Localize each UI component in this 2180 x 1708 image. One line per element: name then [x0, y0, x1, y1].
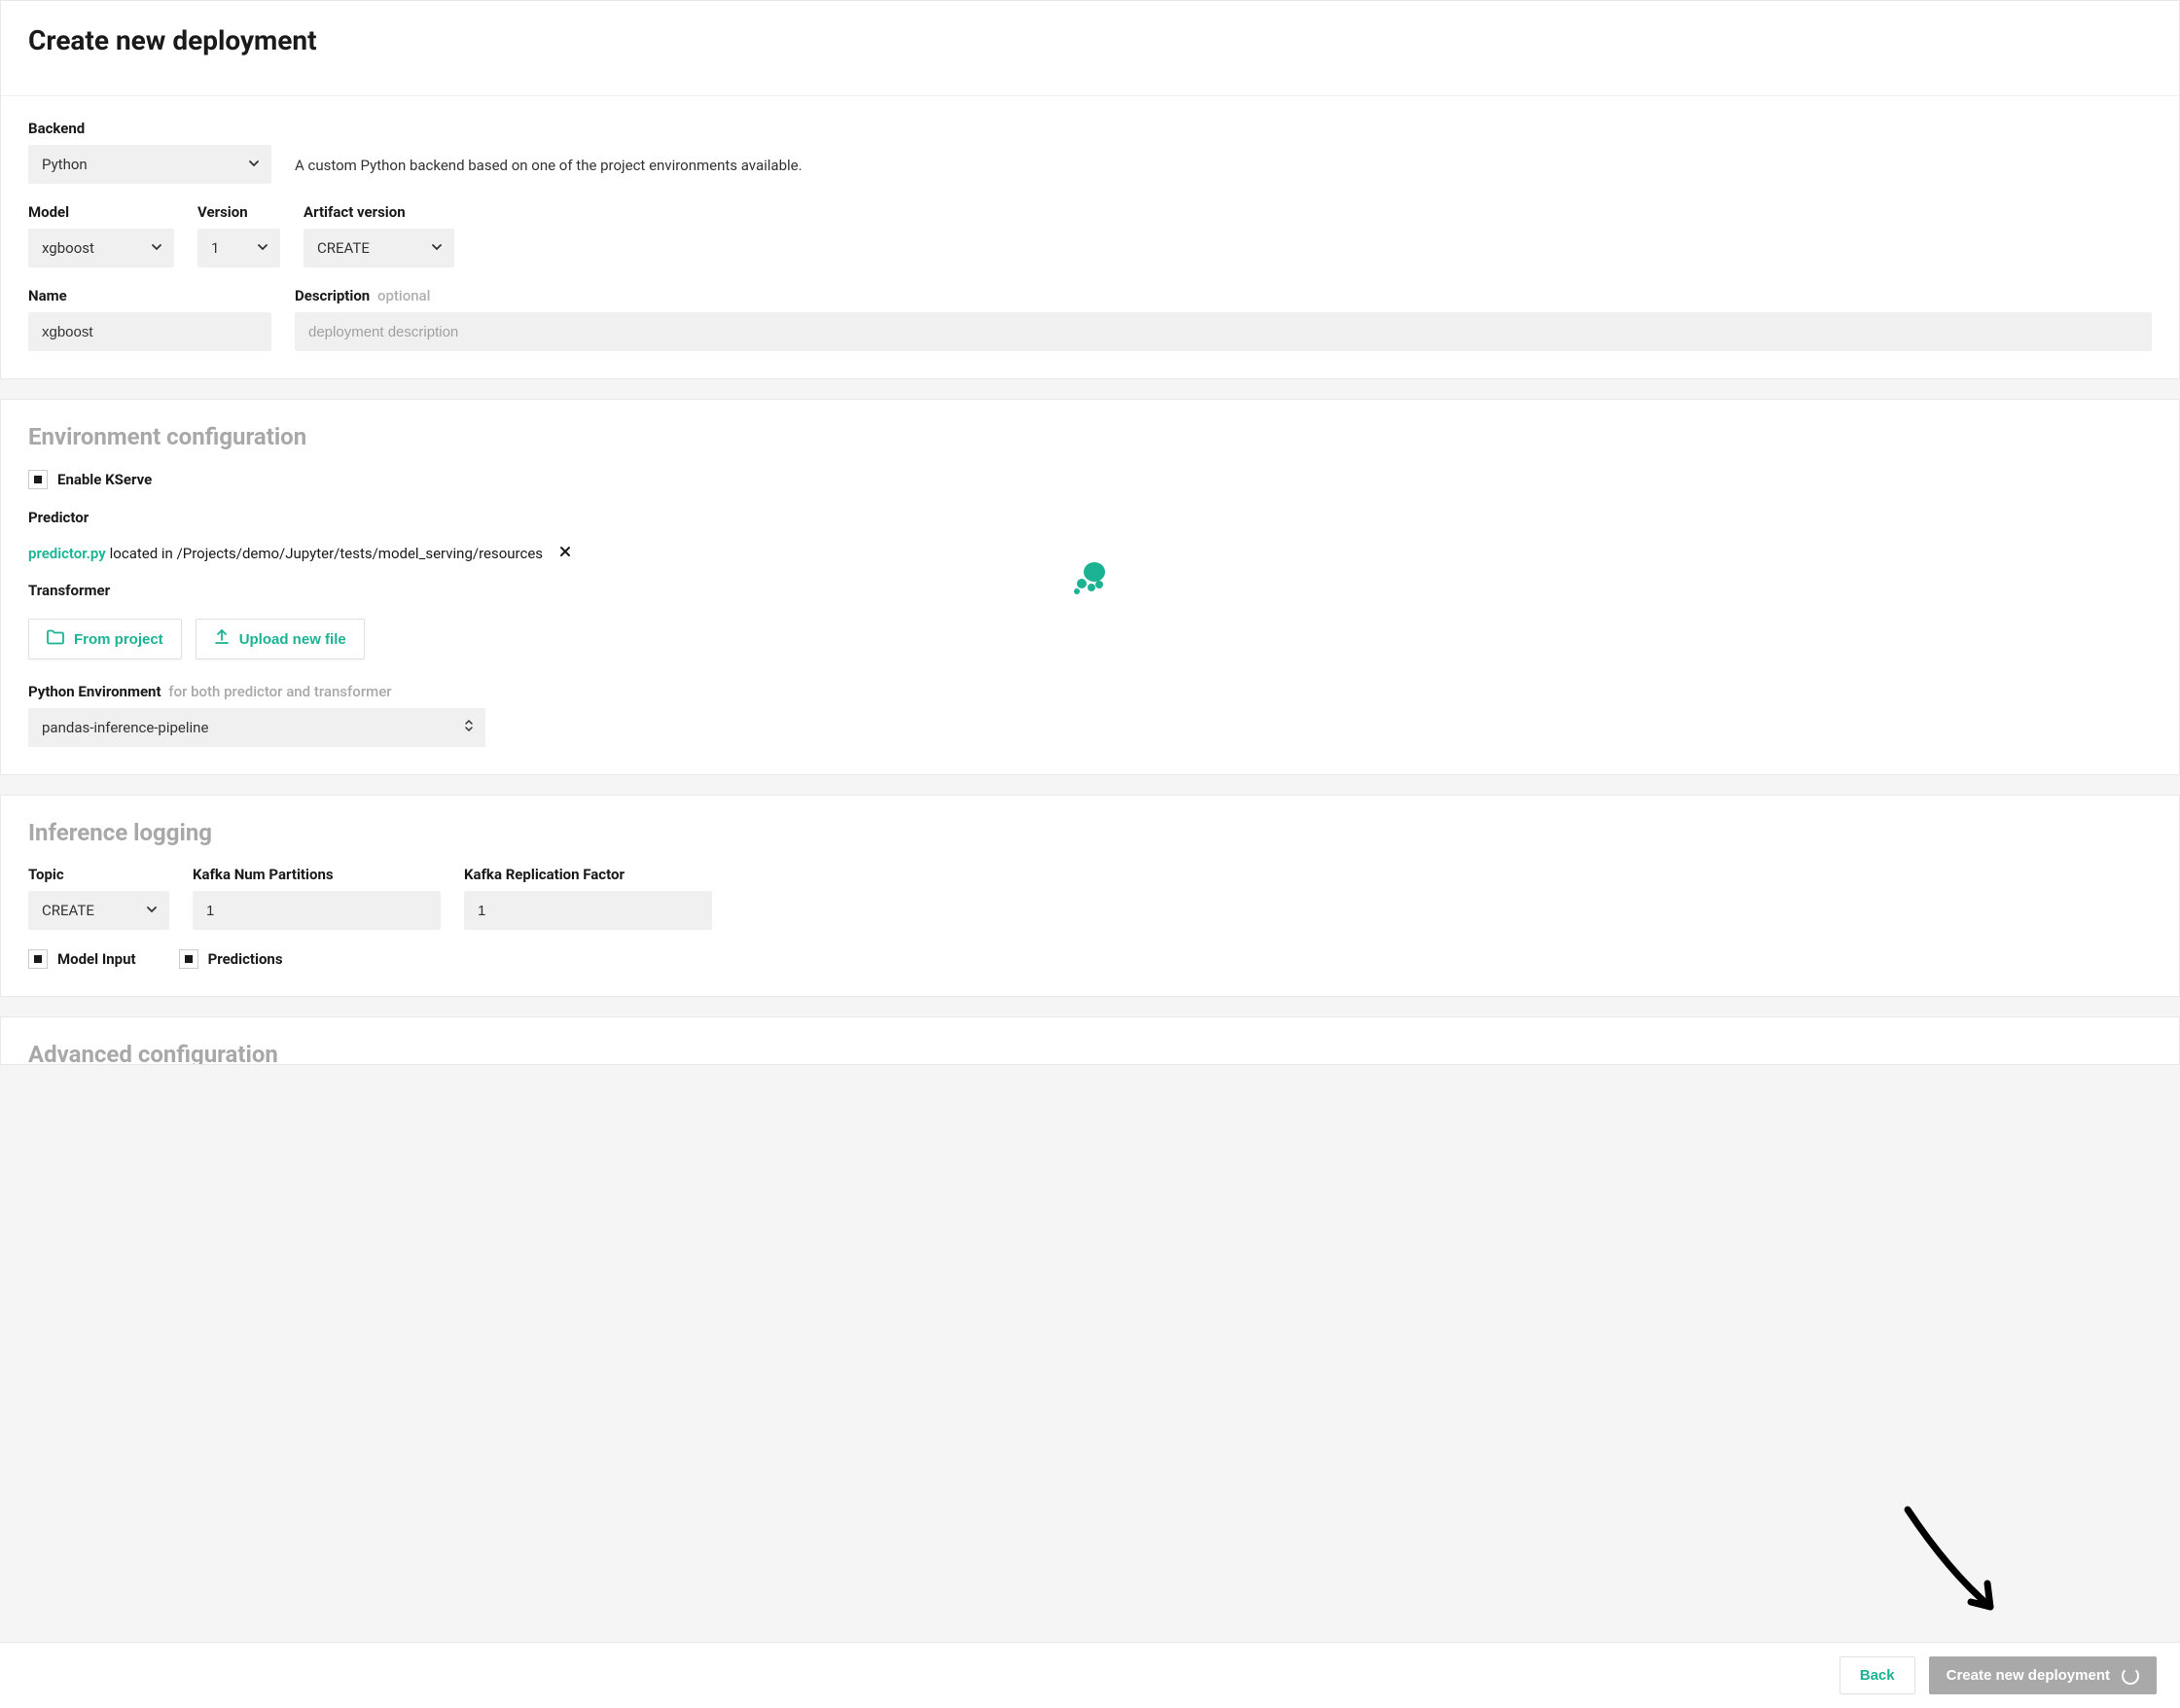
remove-predictor-icon[interactable] — [558, 544, 572, 562]
loading-spinner-icon — [2122, 1667, 2139, 1685]
python-env-label: Python Environment for both predictor an… — [28, 683, 2152, 700]
advanced-title: Advanced configuration — [28, 1041, 2152, 1065]
checkbox-indeterminate-icon — [185, 955, 193, 963]
upload-file-button[interactable]: Upload new file — [196, 619, 365, 659]
backend-value: Python — [42, 156, 88, 173]
artifact-value: CREATE — [317, 239, 370, 257]
upload-icon — [214, 629, 230, 649]
artifact-label: Artifact version — [304, 203, 454, 221]
name-label: Name — [28, 287, 271, 304]
backend-row: Backend Python A custom Python backend b… — [28, 120, 2152, 184]
description-label: Description optional — [295, 287, 2152, 304]
artifact-select[interactable]: CREATE — [304, 229, 454, 267]
from-project-button[interactable]: From project — [28, 619, 182, 659]
enable-kserve-checkbox[interactable] — [28, 470, 48, 489]
enable-kserve-label: Enable KServe — [57, 471, 152, 488]
backend-helper: A custom Python backend based on one of … — [295, 157, 803, 184]
back-button[interactable]: Back — [1840, 1656, 1915, 1694]
transformer-buttons: From project Upload new file — [28, 619, 2152, 659]
sort-icon — [464, 719, 474, 736]
partitions-label: Kafka Num Partitions — [193, 866, 441, 883]
description-input[interactable] — [295, 312, 2152, 351]
hopsworks-logo-icon — [1069, 556, 1112, 603]
environment-config-section: Environment configuration Enable KServe … — [0, 399, 2180, 775]
backend-label: Backend — [28, 120, 271, 137]
inference-logging-section: Inference logging Topic CREATE Kafka Num… — [0, 795, 2180, 997]
model-input-label: Model Input — [57, 950, 136, 968]
page-title: Create new deployment — [28, 24, 2152, 72]
name-description-row: Name Description optional — [28, 287, 2152, 351]
enable-kserve-row: Enable KServe — [28, 470, 152, 489]
predictions-label: Predictions — [208, 950, 283, 968]
python-env-value: pandas-inference-pipeline — [42, 719, 208, 736]
create-button-label: Create new deployment — [1947, 1667, 2110, 1684]
footer-bar: Back Create new deployment — [0, 1642, 2180, 1708]
inference-title: Inference logging — [28, 819, 2152, 846]
divider — [1, 95, 2179, 96]
backend-select[interactable]: Python — [28, 145, 271, 184]
chevron-down-icon — [146, 902, 158, 919]
from-project-label: From project — [74, 631, 163, 648]
predictor-filename[interactable]: predictor.py — [28, 545, 106, 562]
python-env-hint: for both predictor and transformer — [168, 683, 391, 700]
python-env-select[interactable]: pandas-inference-pipeline — [28, 708, 485, 747]
checkbox-indeterminate-icon — [34, 955, 42, 963]
chevron-down-icon — [151, 239, 162, 257]
upload-label: Upload new file — [239, 631, 346, 648]
version-value: 1 — [211, 239, 219, 257]
replication-label: Kafka Replication Factor — [464, 866, 712, 883]
chevron-down-icon — [248, 156, 260, 173]
version-label: Version — [197, 203, 280, 221]
logging-checkbox-row: Model Input Predictions — [28, 949, 2152, 969]
topic-value: CREATE — [42, 902, 94, 919]
predictor-label: Predictor — [28, 509, 2152, 526]
arrow-annotation-icon — [1888, 1500, 2024, 1640]
predictions-row: Predictions — [179, 949, 283, 969]
inference-row: Topic CREATE Kafka Num Partitions Kafka … — [28, 866, 2152, 930]
model-select[interactable]: xgboost — [28, 229, 174, 267]
model-label: Model — [28, 203, 174, 221]
deployment-basics-section: Create new deployment Backend Python A c… — [0, 0, 2180, 379]
partitions-input[interactable] — [193, 891, 441, 930]
model-input-checkbox[interactable] — [28, 949, 48, 969]
chevron-down-icon — [431, 239, 443, 257]
checkbox-indeterminate-icon — [34, 476, 42, 483]
name-input[interactable] — [28, 312, 271, 351]
replication-input[interactable] — [464, 891, 712, 930]
topic-select[interactable]: CREATE — [28, 891, 169, 930]
env-config-title: Environment configuration — [28, 423, 2152, 450]
predictions-checkbox[interactable] — [179, 949, 198, 969]
chevron-down-icon — [257, 239, 268, 257]
predictor-path: located in /Projects/demo/Jupyter/tests/… — [110, 545, 543, 562]
model-row: Model xgboost Version 1 Artifa — [28, 203, 2152, 267]
topic-label: Topic — [28, 866, 169, 883]
model-value: xgboost — [42, 239, 94, 257]
version-select[interactable]: 1 — [197, 229, 280, 267]
folder-icon — [47, 629, 64, 649]
model-input-row: Model Input — [28, 949, 136, 969]
advanced-config-section: Advanced configuration — [0, 1016, 2180, 1065]
optional-hint: optional — [377, 287, 431, 304]
create-deployment-button[interactable]: Create new deployment — [1929, 1656, 2157, 1694]
